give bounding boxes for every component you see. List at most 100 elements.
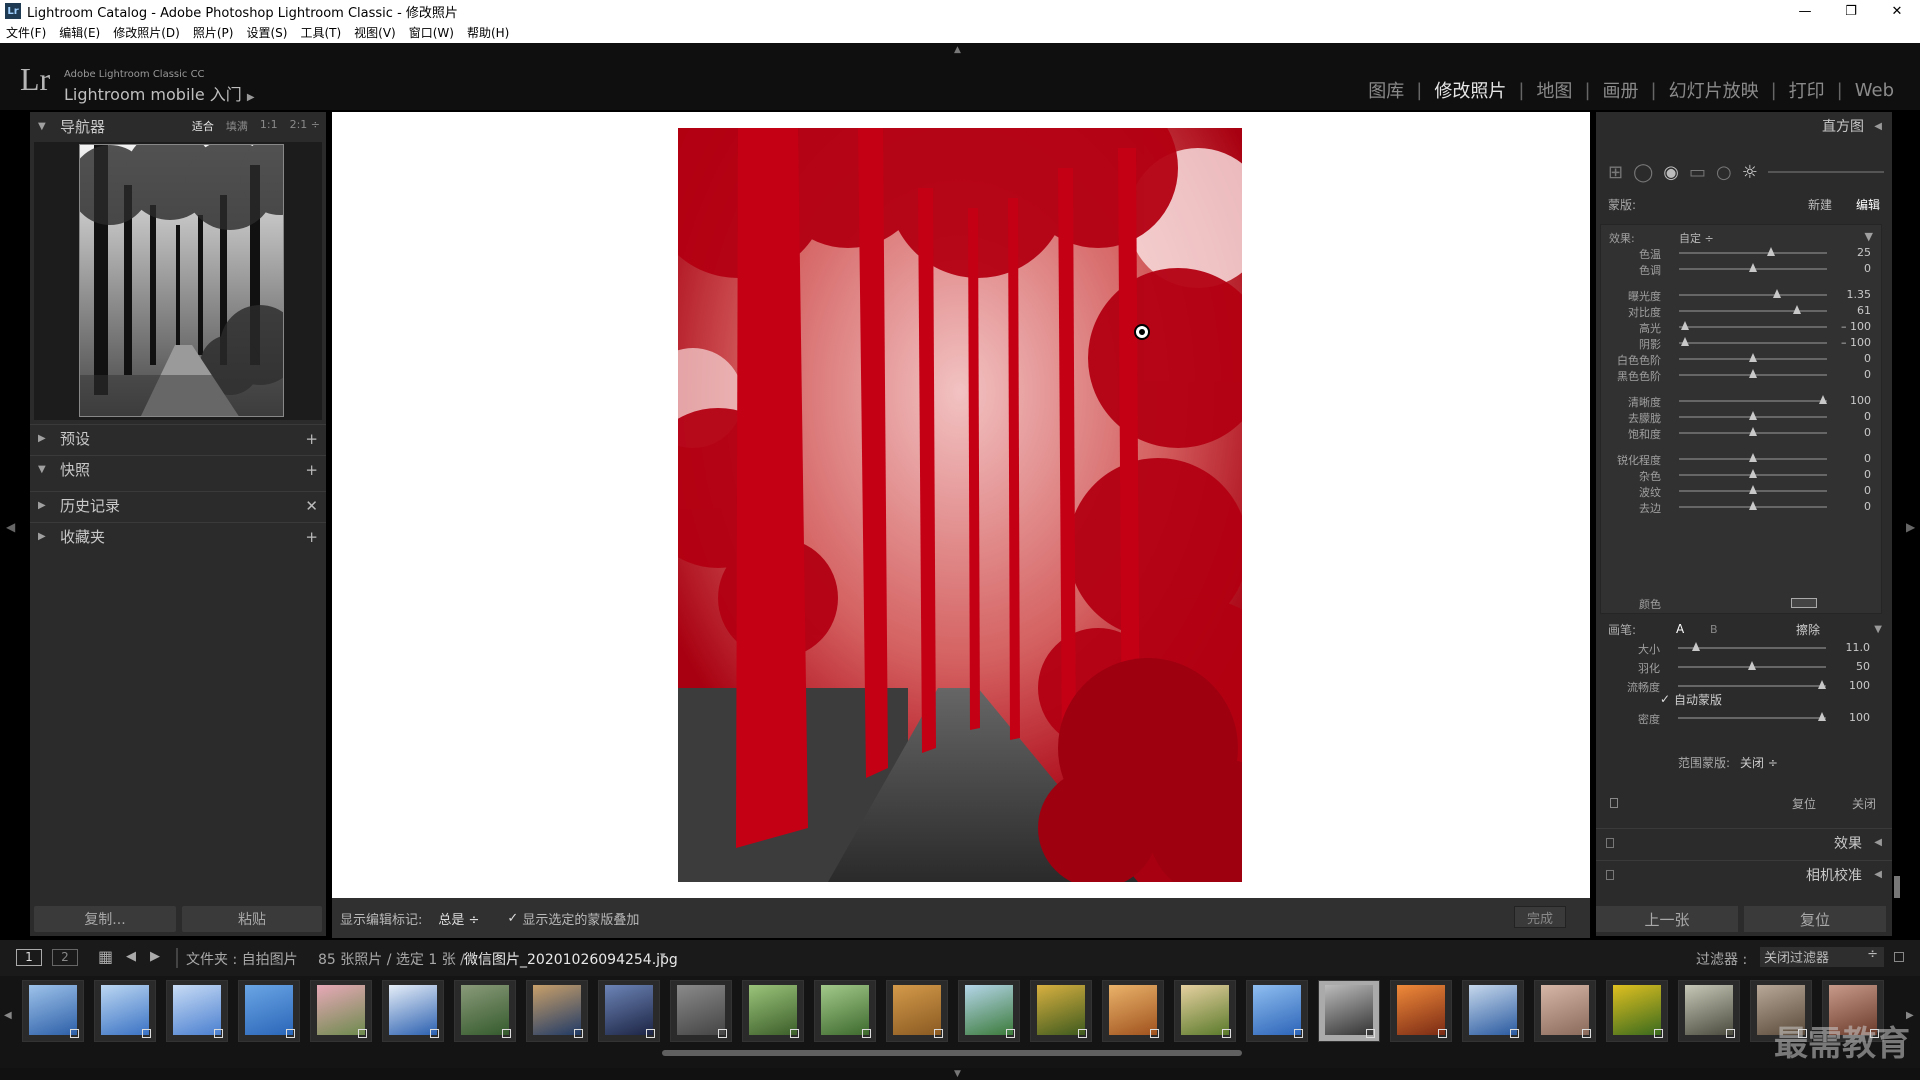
filmstrip-thumbnail[interactable] bbox=[166, 980, 228, 1042]
filmstrip-source[interactable]: 文件夹 : 自拍图片 bbox=[186, 949, 298, 969]
slider-value[interactable]: – 100 bbox=[1841, 336, 1871, 349]
slider-handle[interactable] bbox=[1749, 427, 1757, 436]
slider-track[interactable] bbox=[1679, 400, 1827, 402]
filmstrip-thumbnail[interactable] bbox=[1102, 980, 1164, 1042]
slider-track[interactable] bbox=[1679, 326, 1827, 328]
slider-handle[interactable] bbox=[1749, 369, 1757, 378]
filmstrip-thumbnail[interactable] bbox=[1390, 980, 1452, 1042]
previous-button[interactable]: 上一张 bbox=[1596, 906, 1738, 932]
menu-window[interactable]: 窗口(W) bbox=[409, 24, 454, 41]
show-edit-pins-select[interactable]: 总是 ÷ bbox=[438, 909, 479, 928]
filter-lock-icon[interactable] bbox=[1894, 952, 1904, 962]
slider-value[interactable]: 0 bbox=[1864, 468, 1871, 481]
filmstrip-thumbnail[interactable] bbox=[1030, 980, 1092, 1042]
filmstrip-thumbnail[interactable] bbox=[310, 980, 372, 1042]
snapshots-header[interactable]: ▼ 快照 + bbox=[30, 455, 326, 483]
back-arrow-icon[interactable]: ◀ bbox=[126, 949, 136, 964]
slider-handle[interactable] bbox=[1748, 661, 1756, 670]
slider-value[interactable]: 100 bbox=[1850, 394, 1871, 407]
mask-reset-button[interactable]: 复位 bbox=[1792, 795, 1816, 812]
minimize-button[interactable]: — bbox=[1782, 0, 1828, 22]
slider-value[interactable]: 1.35 bbox=[1847, 288, 1872, 301]
module-web[interactable]: Web bbox=[1843, 80, 1906, 101]
auto-mask-checkbox[interactable]: ✓ bbox=[1660, 692, 1670, 706]
collections-header[interactable]: ▶ 收藏夹 + bbox=[30, 522, 326, 550]
right-panel-scrollbar[interactable] bbox=[1894, 876, 1900, 898]
module-book[interactable]: 画册 bbox=[1591, 77, 1651, 103]
slider-handle[interactable] bbox=[1691, 642, 1700, 651]
add-snapshot-icon[interactable]: + bbox=[305, 461, 318, 479]
slider-handle[interactable] bbox=[1749, 501, 1757, 510]
filmstrip-thumbnail[interactable] bbox=[1318, 980, 1380, 1042]
add-collection-icon[interactable]: + bbox=[305, 528, 318, 546]
crop-tool-icon[interactable]: ⊞ bbox=[1608, 162, 1623, 183]
slider-handle[interactable] bbox=[1749, 485, 1757, 494]
slider-handle[interactable] bbox=[1749, 453, 1757, 462]
clear-history-icon[interactable]: ✕ bbox=[305, 497, 318, 515]
left-panel-toggle-icon[interactable]: ◀ bbox=[6, 520, 15, 534]
filmstrip-thumbnail[interactable] bbox=[814, 980, 876, 1042]
slider-handle[interactable] bbox=[1818, 395, 1827, 404]
collapse-top-icon[interactable]: ▲ bbox=[954, 45, 961, 55]
mask-close-button[interactable]: 关闭 bbox=[1852, 795, 1876, 812]
slider-value[interactable]: 0 bbox=[1864, 426, 1871, 439]
filmstrip-thumbnail[interactable] bbox=[454, 980, 516, 1042]
filmstrip-thumbnail[interactable] bbox=[958, 980, 1020, 1042]
slider-value[interactable]: – 100 bbox=[1841, 320, 1871, 333]
add-preset-icon[interactable]: + bbox=[305, 430, 318, 448]
image-canvas[interactable] bbox=[332, 112, 1590, 898]
slider-track[interactable] bbox=[1678, 647, 1826, 649]
photo-with-mask-overlay[interactable] bbox=[678, 128, 1242, 882]
slider-handle[interactable] bbox=[1766, 247, 1775, 256]
done-button[interactable]: 完成 bbox=[1514, 906, 1566, 928]
panel-switch-icon[interactable] bbox=[1606, 837, 1614, 848]
navigator-preview[interactable] bbox=[34, 142, 322, 420]
spot-removal-icon[interactable]: ◯ bbox=[1633, 162, 1653, 183]
slider-track[interactable] bbox=[1678, 717, 1826, 719]
slider-handle[interactable] bbox=[1817, 680, 1826, 689]
slider-value[interactable]: 0 bbox=[1864, 452, 1871, 465]
slider-value[interactable]: 50 bbox=[1856, 660, 1870, 673]
slider-value[interactable]: 0 bbox=[1864, 500, 1871, 513]
slider-value[interactable]: 0 bbox=[1864, 262, 1871, 275]
histogram-header[interactable]: 直方图 ◀ bbox=[1596, 112, 1892, 140]
paste-settings-button[interactable]: 粘贴 bbox=[182, 906, 322, 932]
filmstrip-thumbnail[interactable] bbox=[1606, 980, 1668, 1042]
right-panel-toggle-icon[interactable]: ▶ bbox=[1906, 520, 1915, 534]
filmstrip-thumbnail[interactable] bbox=[1462, 980, 1524, 1042]
brush-pin-icon[interactable] bbox=[1134, 324, 1150, 340]
menu-view[interactable]: 视图(V) bbox=[354, 24, 396, 41]
filmstrip-thumbnail[interactable] bbox=[238, 980, 300, 1042]
slider-value[interactable]: 0 bbox=[1864, 484, 1871, 497]
menu-develop[interactable]: 修改照片(D) bbox=[113, 24, 180, 41]
slider-value[interactable]: 0 bbox=[1864, 352, 1871, 365]
slider-track[interactable] bbox=[1679, 310, 1827, 312]
filmstrip-thumbnail[interactable] bbox=[1678, 980, 1740, 1042]
slider-value[interactable]: 0 bbox=[1864, 410, 1871, 423]
collapse-bottom-icon[interactable]: ▼ bbox=[954, 1069, 961, 1079]
menu-help[interactable]: 帮助(H) bbox=[467, 24, 509, 41]
slider-track[interactable] bbox=[1679, 252, 1827, 254]
filmstrip-left-icon[interactable]: ◀ bbox=[4, 1010, 12, 1021]
slider-value[interactable]: 100 bbox=[1849, 711, 1870, 724]
close-window-button[interactable]: ✕ bbox=[1874, 0, 1920, 22]
filmstrip-thumbnail[interactable] bbox=[1174, 980, 1236, 1042]
mask-overlay-checkbox[interactable]: ✓ bbox=[507, 911, 518, 926]
forward-arrow-icon[interactable]: ▶ bbox=[150, 949, 160, 964]
zoom-fit[interactable]: 适合 bbox=[192, 118, 214, 134]
adjustment-brush-icon[interactable]: ☼ bbox=[1742, 162, 1758, 183]
slider-handle[interactable] bbox=[1749, 353, 1757, 362]
graduated-filter-icon[interactable]: ▭ bbox=[1689, 162, 1706, 183]
menu-tools[interactable]: 工具(T) bbox=[300, 24, 341, 41]
color-swatch[interactable] bbox=[1791, 598, 1817, 608]
filmstrip-thumbnail[interactable] bbox=[382, 980, 444, 1042]
camera-calibration-header[interactable]: 相机校准 ◀ bbox=[1596, 860, 1892, 888]
filmstrip-thumbnail[interactable] bbox=[742, 980, 804, 1042]
maximize-button[interactable]: ❐ bbox=[1828, 0, 1874, 22]
slider-value[interactable]: 61 bbox=[1857, 304, 1871, 317]
menu-edit[interactable]: 编辑(E) bbox=[59, 24, 100, 41]
filmstrip-thumbnail[interactable] bbox=[1534, 980, 1596, 1042]
panel-switch-icon[interactable] bbox=[1606, 869, 1614, 880]
brush-collapse-icon[interactable]: ▼ bbox=[1874, 624, 1882, 635]
brush-b-tab[interactable]: B bbox=[1710, 623, 1718, 636]
